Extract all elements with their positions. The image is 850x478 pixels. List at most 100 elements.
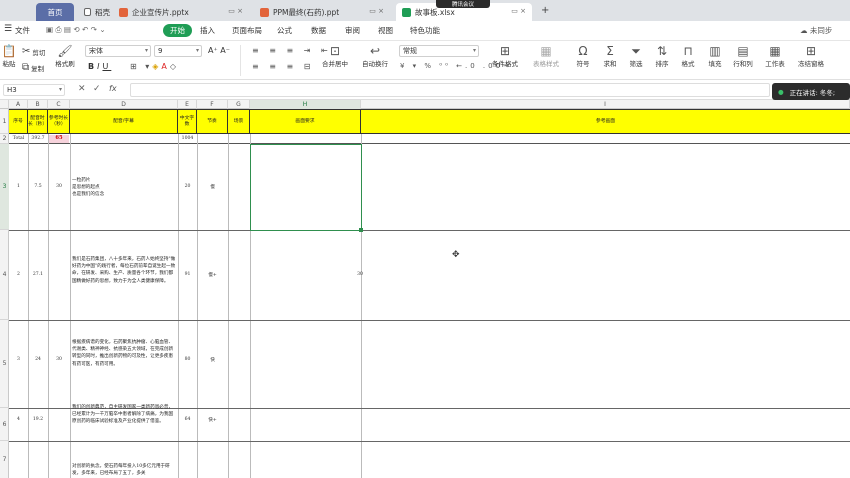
menu-icon[interactable]: ☰ — [4, 24, 12, 34]
copy-button[interactable]: ⧉ 复制 — [22, 62, 44, 73]
underline-icon[interactable]: U — [102, 62, 111, 71]
header-cell-g[interactable]: 场景 — [228, 110, 250, 133]
row-header-3[interactable]: 3 — [0, 144, 9, 230]
wrap-text-button[interactable]: ↩ 自动换行 — [358, 44, 392, 68]
header-cell-e[interactable]: 中文字数 — [178, 110, 197, 133]
column-header-e[interactable]: E — [178, 100, 197, 109]
row4-wordcount[interactable]: 91 — [178, 272, 197, 277]
column-header-c[interactable]: C — [48, 100, 70, 109]
number-format-select[interactable]: 常规 ▾ — [399, 45, 479, 57]
column-header-h[interactable]: H — [250, 100, 361, 109]
tab-ppt-promo[interactable]: 企业宣传片.pptx ▭ × — [113, 3, 249, 21]
row4-duration[interactable]: 27.1 — [28, 272, 48, 277]
conditional-format-button[interactable]: ⊞ 条件格式 — [486, 44, 524, 68]
total-duration-cell[interactable]: 392.7 — [28, 136, 48, 141]
column-header-i[interactable]: I — [361, 100, 850, 109]
tab-actions-icon[interactable]: ▭ × — [511, 7, 526, 15]
filter-button[interactable]: ⏷ 筛选 — [624, 44, 648, 68]
cancel-icon[interactable]: ✕ — [78, 84, 86, 94]
menu-insert[interactable]: 插入 — [200, 25, 215, 36]
row6-wordcount[interactable]: 64 — [178, 417, 197, 422]
row6-voiceover[interactable]: 我们的创新典范，自主研发国家一类新药恩必普，已经累计为一千万脑卒中患者解除了病痛… — [72, 404, 176, 426]
row5-index[interactable]: 3 — [9, 357, 28, 362]
row-header-7[interactable]: 7 — [0, 441, 9, 478]
row3-wordcount[interactable]: 20 — [178, 184, 197, 189]
font-name-select[interactable]: 宋体 ▾ — [85, 45, 151, 57]
header-cell-i[interactable]: 参考画面 — [361, 110, 850, 133]
menu-start[interactable]: 开始 — [163, 24, 192, 37]
spreadsheet-grid[interactable]: 序号 配音时长（秒） 参考时长（秒） 配音/字幕 中文字数 节奏 场景 画面要求… — [9, 109, 850, 478]
tab-actions-icon[interactable]: ▭ × — [228, 7, 243, 15]
column-header-a[interactable]: A — [9, 100, 28, 109]
menu-view[interactable]: 视图 — [378, 25, 393, 36]
row5-wordcount[interactable]: 80 — [178, 357, 197, 362]
header-cell-b[interactable]: 配音时长（秒） — [28, 110, 48, 133]
row-header-2[interactable]: 2 — [0, 134, 9, 144]
menu-data[interactable]: 数据 — [311, 25, 326, 36]
row6-index[interactable]: 4 — [9, 417, 28, 422]
selected-cell-h3[interactable] — [250, 144, 362, 231]
row4-voiceover[interactable]: 我们是石药集团，八十多年来，石药人始终坚持"做好药为中国"的践行者，每位石药前辈… — [72, 256, 176, 285]
total-label-cell[interactable]: Total — [9, 136, 28, 141]
format-painter-button[interactable]: 🖌 格式刷 — [53, 44, 77, 68]
menu-special[interactable]: 特色功能 — [410, 25, 440, 36]
confirm-icon[interactable]: ✓ — [93, 84, 101, 94]
tab-ppt-final[interactable]: PPM最终(石药).ppt ▭ × — [254, 3, 390, 21]
row6-duration[interactable]: 19.2 — [28, 417, 48, 422]
menu-page-layout[interactable]: 页面布局 — [232, 25, 262, 36]
column-header-g[interactable]: G — [228, 100, 250, 109]
meeting-badge[interactable]: 腾讯会议 — [436, 0, 490, 8]
row5-duration[interactable]: 24 — [28, 357, 48, 362]
formula-input[interactable] — [130, 83, 770, 97]
quick-access-icons[interactable]: ▣ ⎙ ▤ ⟲ ↶ ↷ ⌄ — [46, 25, 106, 35]
row3-index[interactable]: 1 — [9, 184, 28, 189]
font-color-icon[interactable]: A — [161, 62, 169, 71]
fx-button[interactable]: fx — [109, 84, 117, 93]
row-header-4[interactable]: 4 — [0, 230, 9, 320]
border-fill-color-icons[interactable]: ⊞ ▾ ◈ A ◇ — [130, 62, 179, 71]
header-cell-h[interactable]: 画面要求 — [250, 110, 361, 133]
select-all-corner[interactable] — [0, 100, 9, 109]
row5-voiceover[interactable]: 根据疾病谱的变化，石药聚焦抗肿瘤、心脑血管、代谢类、精神神经、抗感染五大领域，在… — [72, 339, 176, 368]
header-cell-d[interactable]: 配音/字幕 — [70, 110, 178, 133]
tab-home[interactable]: 首页 — [36, 3, 74, 21]
row3-ref-duration[interactable]: 30 — [48, 184, 70, 189]
row3-duration[interactable]: 7.5 — [28, 184, 48, 189]
row4-reference[interactable]: 30 — [351, 272, 369, 277]
format-button[interactable]: ⊓ 格式 — [676, 44, 700, 68]
tab-actions-icon[interactable]: ▭ × — [369, 7, 384, 15]
row5-rhythm[interactable]: 快 — [197, 357, 228, 363]
row5-ref-duration[interactable]: 30 — [48, 357, 70, 362]
row6-rhythm[interactable]: 快+ — [197, 417, 228, 423]
row-header-1[interactable]: 1 — [0, 109, 9, 134]
fill-button[interactable]: ▥ 填充 — [703, 44, 727, 68]
bold-icon[interactable]: B — [88, 62, 97, 71]
tab-docer[interactable]: 稻壳 — [78, 3, 118, 21]
menu-file[interactable]: 文件 — [15, 25, 30, 36]
name-box[interactable]: H3 ▾ — [3, 84, 65, 96]
row-col-button[interactable]: ▤ 行和列 — [729, 44, 757, 68]
font-size-adjust-icons[interactable]: A⁺ A⁻ — [208, 46, 230, 55]
column-header-d[interactable]: D — [70, 100, 178, 109]
column-header-b[interactable]: B — [28, 100, 48, 109]
row4-index[interactable]: 2 — [9, 272, 28, 277]
merge-center-button[interactable]: ⊡ 合并居中 — [318, 44, 352, 68]
sync-status[interactable]: ☁ 未同步 — [800, 25, 832, 36]
paste-button[interactable]: 📋 粘贴 — [0, 44, 20, 68]
symbol-button[interactable]: Ω 符号 — [571, 44, 595, 68]
sum-button[interactable]: Σ 求和 — [598, 44, 622, 68]
fill-color-icon[interactable]: ◈ — [152, 62, 161, 71]
row-header-5[interactable]: 5 — [0, 320, 9, 408]
row4-rhythm[interactable]: 慢+ — [197, 272, 228, 278]
header-cell-f[interactable]: 节奏 — [197, 110, 228, 133]
row3-rhythm[interactable]: 慢 — [197, 184, 228, 190]
row7-voiceover[interactable]: 对创新的执念，使石药每年投入10多亿元用于研发，多年来，已经布局了五了，多关 — [72, 463, 176, 477]
menu-review[interactable]: 审阅 — [345, 25, 360, 36]
total-wordcount-cell[interactable]: 1004 — [178, 136, 197, 141]
sort-button[interactable]: ⇅ 排序 — [650, 44, 674, 68]
row-header-6[interactable]: 6 — [0, 408, 9, 441]
freeze-pane-button[interactable]: ⊞ 冻结窗格 — [794, 44, 828, 68]
fill-handle[interactable] — [359, 228, 363, 232]
header-cell-c[interactable]: 参考时长（秒） — [48, 110, 70, 133]
align-icons-row2[interactable]: ≡ ≡ ≡ ⊟ — [252, 62, 314, 71]
